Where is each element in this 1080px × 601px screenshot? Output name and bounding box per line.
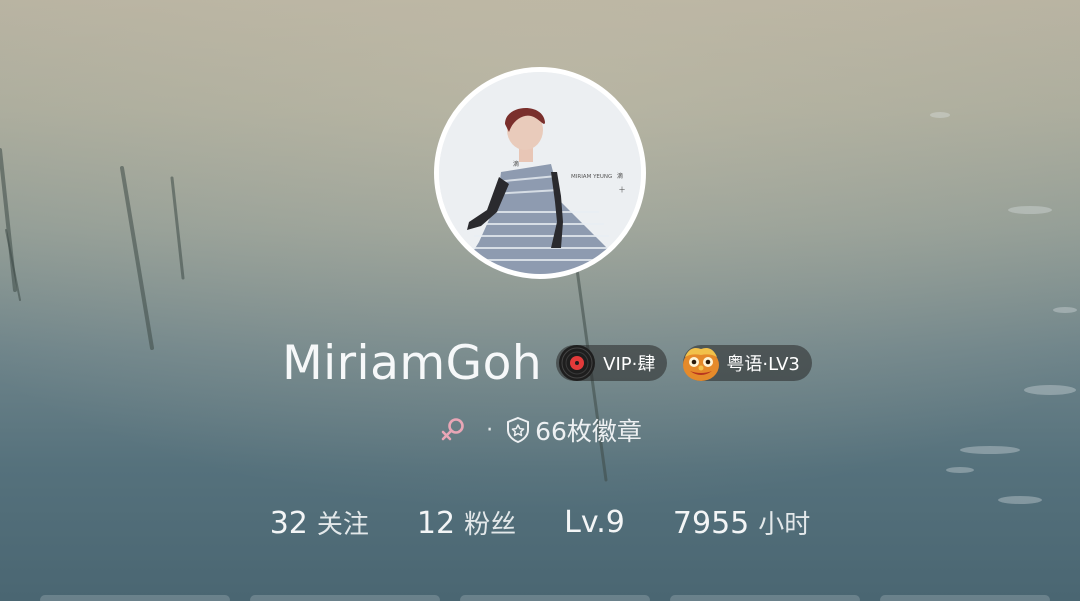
badge-shield-icon <box>507 416 530 444</box>
lion-dance-icon <box>683 348 720 381</box>
bottom-card[interactable] <box>460 595 650 601</box>
bottom-card[interactable] <box>880 595 1050 601</box>
svg-text:滴: 滴 <box>513 160 519 168</box>
profile-stats-row: 32 关注 12 粉丝 Lv.9 7955 小时 <box>0 498 1080 546</box>
stat-following[interactable]: 32 关注 <box>270 504 369 541</box>
svg-text:十: 十 <box>619 186 625 194</box>
female-icon <box>441 418 464 441</box>
badges-count-link[interactable]: 66枚徽章 <box>505 412 642 448</box>
bottom-card[interactable] <box>40 595 230 601</box>
listening-hours: 7955 <box>672 505 750 541</box>
following-count: 32 <box>269 505 308 541</box>
user-level: Lv.9 <box>564 504 625 540</box>
following-label: 关注 <box>316 509 369 540</box>
stat-level[interactable]: Lv.9 <box>564 505 625 540</box>
vip-badge[interactable]: VIP·肆 <box>556 345 668 381</box>
followers-count: 12 <box>416 505 456 541</box>
username: MiriamGoh <box>282 335 543 391</box>
profile-avatar[interactable]: 滴 MIRIAM YEUNG 滴 十 <box>434 67 646 279</box>
badges-count-text: 66枚徽章 <box>535 417 642 446</box>
bottom-card[interactable] <box>250 595 440 601</box>
profile-name-row: MiriamGoh VIP·肆 粤语·LV3 <box>0 334 1080 392</box>
avatar-caption: MIRIAM YEUNG <box>571 174 612 180</box>
listening-hours-label: 小时 <box>758 509 811 540</box>
svg-text:滴: 滴 <box>617 172 623 180</box>
bottom-cards-strip <box>0 592 1080 601</box>
vip-badge-label: VIP·肆 <box>603 354 656 375</box>
avatar-album-art: 滴 MIRIAM YEUNG 滴 十 <box>439 72 641 274</box>
meta-separator: · <box>486 417 494 443</box>
vinyl-disc-icon <box>559 345 596 381</box>
stat-followers[interactable]: 12 粉丝 <box>417 504 516 541</box>
bottom-card[interactable] <box>670 595 860 601</box>
followers-label: 粉丝 <box>464 509 517 540</box>
language-badge-label: 粤语·LV3 <box>726 354 800 375</box>
profile-meta-row: · 66枚徽章 <box>0 410 1080 450</box>
stat-listening-time[interactable]: 7955 小时 <box>673 504 810 541</box>
language-level-badge[interactable]: 粤语·LV3 <box>683 345 812 381</box>
